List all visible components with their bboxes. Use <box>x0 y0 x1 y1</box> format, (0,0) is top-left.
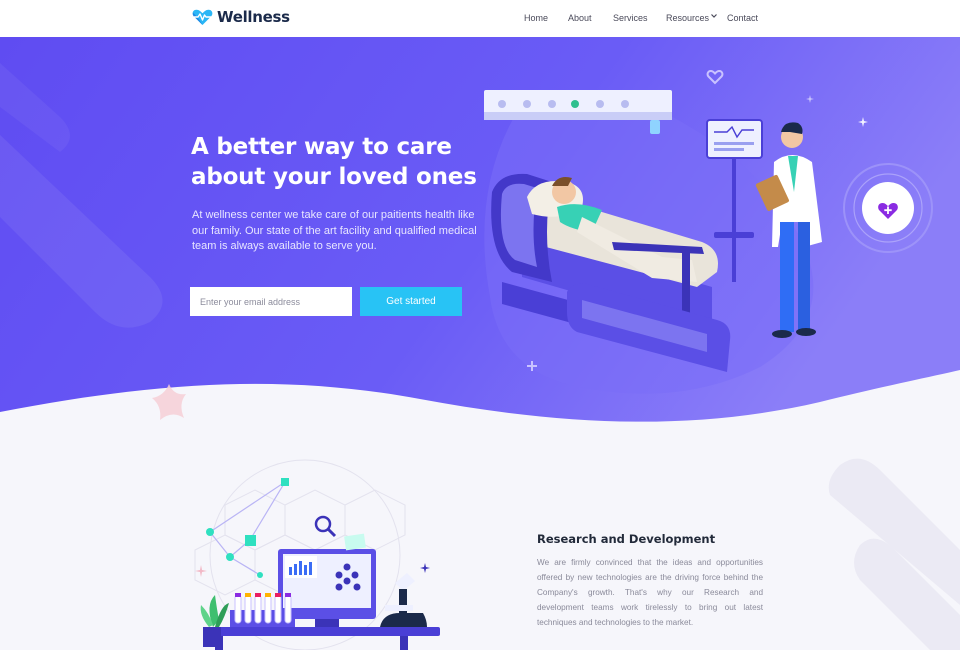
hero-title-line-2: about your loved ones <box>191 164 477 190</box>
nav-item-resources[interactable]: Resources <box>666 13 709 23</box>
nav-item-about[interactable]: About <box>568 13 592 23</box>
sparkle-icon <box>858 117 868 127</box>
hero-title-line-1: A better way to care <box>191 134 452 160</box>
medical-heart-badge-icon <box>843 163 933 253</box>
nav-item-home[interactable]: Home <box>524 13 548 23</box>
nav-menu: Home About Services Resources Contact <box>0 13 960 27</box>
hospital-bed-illustration <box>484 90 822 372</box>
top-navbar: Wellness Home About Services Resources C… <box>0 0 960 37</box>
research-lab-illustration <box>194 459 440 650</box>
chevron-down-icon[interactable] <box>710 12 718 20</box>
research-description: We are firmly convinced that the ideas a… <box>537 558 763 627</box>
nav-item-services[interactable]: Services <box>613 13 648 23</box>
hero-section: A better way to care about your loved on… <box>0 37 960 437</box>
decorative-star-shape <box>152 384 186 420</box>
hero-title: A better way to care about your loved on… <box>191 132 511 192</box>
email-input[interactable] <box>190 287 352 316</box>
get-started-button[interactable]: Get started <box>360 287 462 316</box>
research-title: Research and Development <box>537 532 716 546</box>
nav-item-contact[interactable]: Contact <box>727 13 758 23</box>
hero-description: At wellness center we take care of our p… <box>192 209 477 252</box>
decorative-bands <box>828 458 960 650</box>
